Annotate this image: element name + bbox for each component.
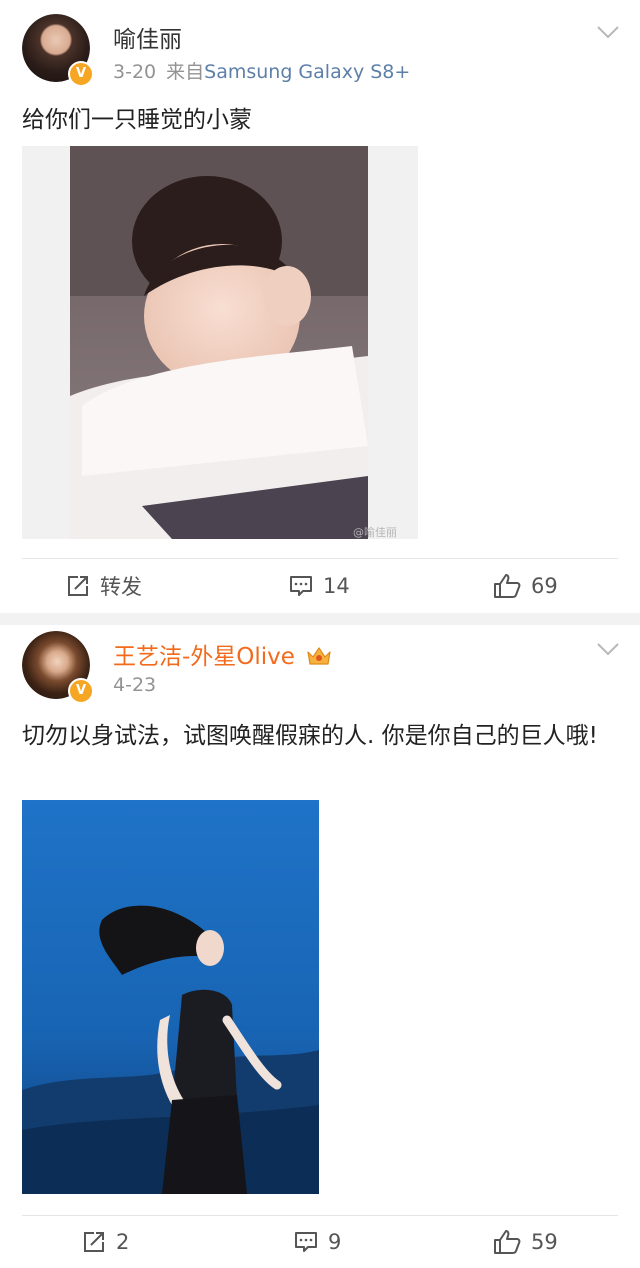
weibo-post: V 喻佳丽 3-20 来自Samsung Galaxy S8+ 给你们一只睡觉的小… bbox=[0, 0, 640, 613]
source-device-link[interactable]: Samsung Galaxy S8+ bbox=[204, 61, 410, 83]
post-image-frame[interactable]: @喻佳丽 bbox=[22, 146, 418, 539]
like-button[interactable]: 69 bbox=[493, 571, 558, 601]
repost-label: 转发 bbox=[100, 575, 142, 599]
repost-icon bbox=[84, 1232, 104, 1252]
post-text: 切勿以身试法，试图唤醒假寐的人. 你是你自己的巨人哦! bbox=[22, 723, 598, 749]
post-photo[interactable] bbox=[22, 146, 418, 539]
comment-button[interactable]: 9 bbox=[294, 1227, 341, 1257]
image-watermark: @喻佳丽 bbox=[353, 526, 397, 539]
source-prefix: 来自 bbox=[166, 61, 205, 83]
post-date: 4-23 bbox=[113, 674, 157, 696]
post-separator bbox=[0, 613, 640, 625]
comment-count: 14 bbox=[323, 574, 350, 598]
post-text: 给你们一只睡觉的小蒙 bbox=[22, 107, 252, 133]
like-count: 59 bbox=[531, 1230, 558, 1254]
post-image-frame[interactable] bbox=[22, 800, 319, 1194]
post-meta: 3-20 来自Samsung Galaxy S8+ bbox=[113, 57, 410, 84]
thumbs-up-icon bbox=[494, 1230, 521, 1254]
divider bbox=[22, 1215, 618, 1216]
repost-icon bbox=[68, 576, 88, 596]
comment-icon bbox=[290, 576, 312, 596]
post-date: 3-20 bbox=[113, 61, 157, 83]
verified-badge-icon: V bbox=[68, 61, 94, 87]
repost-button[interactable]: 转发 bbox=[66, 571, 142, 601]
username[interactable]: 王艺洁-外星Olive bbox=[113, 637, 332, 671]
post-photo[interactable] bbox=[22, 800, 319, 1194]
divider bbox=[22, 558, 618, 559]
username-text: 王艺洁-外星Olive bbox=[113, 644, 295, 670]
thumbs-up-icon bbox=[494, 574, 521, 598]
crown-icon[interactable] bbox=[306, 645, 332, 667]
weibo-post: V 王艺洁-外星Olive 4-23 切勿以身试法，试图唤醒假寐的人. 你是你自… bbox=[0, 625, 640, 1268]
verified-badge-icon: V bbox=[68, 678, 94, 704]
username[interactable]: 喻佳丽 bbox=[113, 20, 182, 54]
repost-button[interactable]: 2 bbox=[82, 1227, 129, 1257]
post-meta: 4-23 bbox=[113, 674, 156, 696]
comment-button[interactable]: 14 bbox=[289, 571, 350, 601]
comment-icon bbox=[295, 1232, 317, 1252]
chevron-down-icon[interactable] bbox=[596, 24, 620, 40]
chevron-down-icon[interactable] bbox=[596, 641, 620, 657]
repost-count: 2 bbox=[116, 1230, 130, 1254]
comment-count: 9 bbox=[328, 1230, 342, 1254]
like-count: 69 bbox=[531, 574, 558, 598]
like-button[interactable]: 59 bbox=[493, 1227, 558, 1257]
